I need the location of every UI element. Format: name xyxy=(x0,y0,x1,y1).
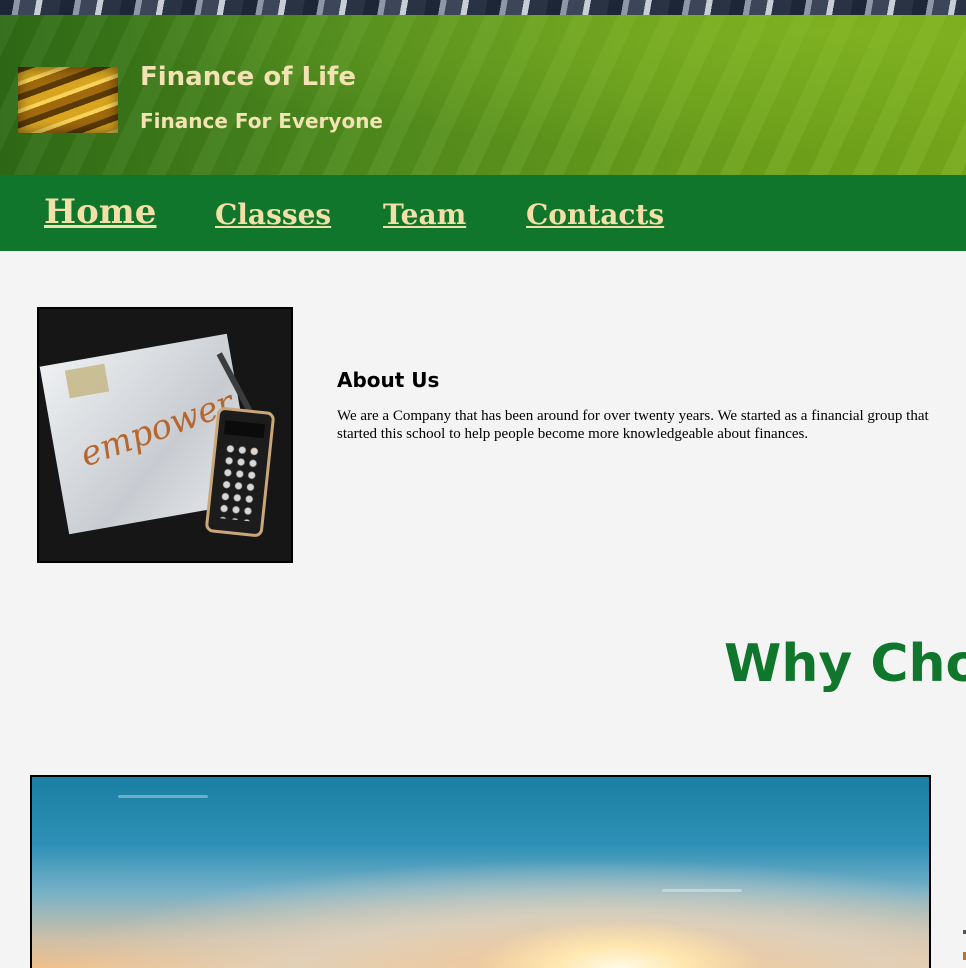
about-text-line-2: started this school to help people becom… xyxy=(337,426,809,442)
cloud-streak xyxy=(118,795,208,798)
main-nav: Home Classes Team Contacts xyxy=(0,175,966,251)
about-text: We are a Company that has been around fo… xyxy=(337,407,966,443)
gold-bars-logo[interactable] xyxy=(18,67,118,133)
nav-link-contacts[interactable]: Contacts xyxy=(526,198,664,231)
site-title: Finance of Life xyxy=(140,62,356,92)
about-text-line-1: We are a Company that has been around fo… xyxy=(337,408,929,424)
about-heading: About Us xyxy=(337,368,440,392)
nav-link-classes[interactable]: Classes xyxy=(215,198,331,231)
cloud-streak xyxy=(662,889,742,892)
nav-link-team[interactable]: Team xyxy=(383,198,466,231)
sunrise-image xyxy=(30,775,931,968)
nav-link-home[interactable]: Home xyxy=(44,192,156,232)
site-tagline: Finance For Everyone xyxy=(140,109,383,133)
about-image: empower xyxy=(37,307,293,563)
site-header: Finance of Life Finance For Everyone xyxy=(0,15,966,175)
why-choose-heading: Why Cho xyxy=(724,634,966,694)
banner-money-strip xyxy=(0,0,966,15)
calculator-icon xyxy=(204,406,276,538)
